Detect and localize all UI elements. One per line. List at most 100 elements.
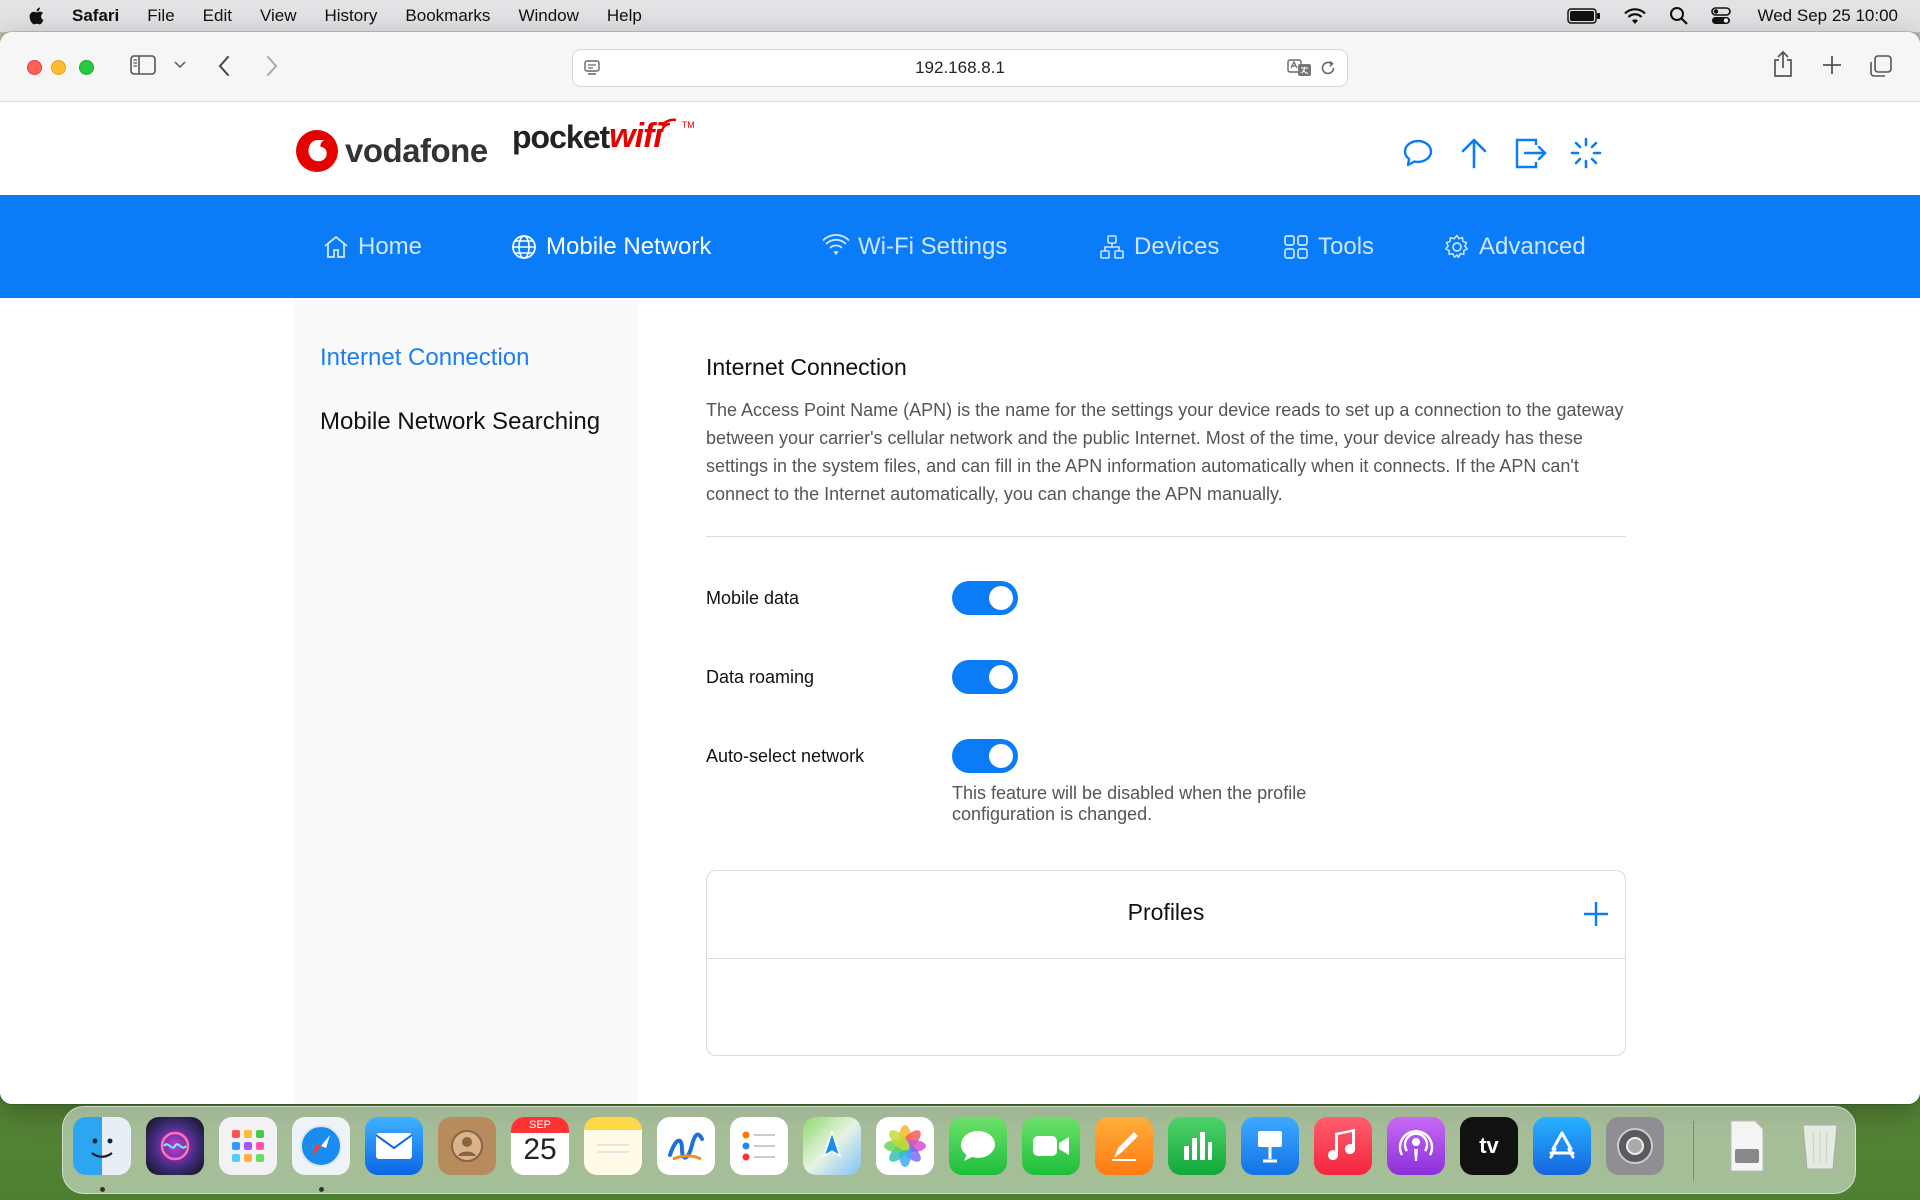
- nav-tools-label: Tools: [1318, 232, 1375, 260]
- nav-tools[interactable]: Tools: [1282, 195, 1374, 298]
- toggle-knob: [989, 586, 1013, 610]
- pocketwifi-signal-arcs-icon: [660, 118, 677, 133]
- spotlight-search-icon[interactable]: [1669, 6, 1689, 26]
- loading-spinner-icon: [1568, 135, 1604, 171]
- safari-window: 192.168.8.1 vodafone pocket wifi TM Home…: [0, 32, 1920, 1104]
- calendar-icon[interactable]: SEP 25: [511, 1117, 569, 1175]
- menu-bookmarks[interactable]: Bookmarks: [405, 6, 490, 26]
- maps-icon[interactable]: [803, 1117, 861, 1175]
- back-arrow-icon[interactable]: [216, 54, 232, 78]
- auto-select-note: This feature will be disabled when the p…: [952, 783, 1307, 824]
- auto-select-network-toggle[interactable]: [952, 739, 1018, 773]
- running-indicator: [319, 1187, 324, 1192]
- reminders-icon[interactable]: [730, 1117, 788, 1175]
- menu-app-name[interactable]: Safari: [72, 6, 119, 26]
- nav-wifi-settings[interactable]: Wi-Fi Settings: [822, 195, 1007, 298]
- translate-icon[interactable]: [1287, 59, 1313, 77]
- app-store-icon[interactable]: [1533, 1117, 1591, 1175]
- pages-icon[interactable]: [1095, 1117, 1153, 1175]
- calendar-day: 25: [523, 1133, 557, 1166]
- sidebar-toggle-icon[interactable]: [130, 54, 156, 76]
- siri-icon[interactable]: [146, 1117, 204, 1175]
- router-header: vodafone pocket wifi TM: [0, 103, 1920, 195]
- globe-icon: [512, 234, 536, 259]
- divider: [706, 536, 1626, 537]
- nav-home[interactable]: Home: [322, 195, 422, 298]
- site-settings-icon[interactable]: [583, 59, 601, 77]
- auto-select-network-label: Auto-select network: [706, 746, 865, 766]
- sidebar-item-internet-connection[interactable]: Internet Connection: [320, 344, 529, 372]
- dock: SEP 25 tv: [62, 1106, 1856, 1194]
- wifi-icon[interactable]: [1623, 7, 1647, 25]
- numbers-icon[interactable]: [1168, 1117, 1226, 1175]
- nav-mobile-network[interactable]: Mobile Network: [510, 195, 711, 298]
- menu-window[interactable]: Window: [518, 6, 578, 26]
- messages-icon[interactable]: [949, 1117, 1007, 1175]
- menu-history[interactable]: History: [325, 6, 378, 26]
- safari-icon[interactable]: [292, 1117, 350, 1175]
- music-icon[interactable]: [1314, 1117, 1372, 1175]
- keynote-icon[interactable]: [1241, 1117, 1299, 1175]
- nav-advanced[interactable]: Advanced: [1443, 195, 1586, 298]
- menu-bar-clock[interactable]: Wed Sep 25 10:00: [1757, 6, 1898, 26]
- freeform-icon[interactable]: [657, 1117, 715, 1175]
- finder-icon[interactable]: [73, 1117, 131, 1175]
- profiles-panel: Profiles: [706, 870, 1626, 1056]
- pocketwifi-logo[interactable]: pocket wifi TM: [512, 117, 695, 156]
- battery-icon[interactable]: [1567, 8, 1601, 24]
- share-icon[interactable]: [1772, 50, 1794, 78]
- add-profile-plus-icon[interactable]: [1581, 899, 1611, 929]
- new-tab-plus-icon[interactable]: [1821, 54, 1843, 76]
- nav-advanced-label: Advanced: [1479, 232, 1586, 260]
- wifi-icon: [822, 233, 850, 255]
- podcasts-icon[interactable]: [1387, 1117, 1445, 1175]
- wifi-wordmark: wifi: [609, 117, 663, 155]
- forward-arrow-icon[interactable]: [264, 54, 280, 78]
- menu-edit[interactable]: Edit: [203, 6, 232, 26]
- mobile-data-toggle[interactable]: [952, 581, 1018, 615]
- nav-devices[interactable]: Devices: [1098, 195, 1219, 298]
- apple-tv-label: tv: [1479, 1133, 1499, 1158]
- zoom-window-button[interactable]: [79, 60, 94, 75]
- url-text[interactable]: 192.168.8.1: [915, 58, 1005, 78]
- reload-icon[interactable]: [1319, 59, 1337, 77]
- facetime-icon[interactable]: [1022, 1117, 1080, 1175]
- logout-icon[interactable]: [1512, 135, 1548, 171]
- header-actions: [1400, 135, 1624, 171]
- minimize-window-button[interactable]: [51, 60, 66, 75]
- tab-overview-icon[interactable]: [1869, 54, 1893, 78]
- chevron-down-icon[interactable]: [174, 61, 186, 69]
- notes-icon[interactable]: [584, 1117, 642, 1175]
- messages-chat-icon[interactable]: [1400, 135, 1436, 171]
- photos-icon[interactable]: [876, 1117, 934, 1175]
- dock-separator: [1693, 1121, 1694, 1181]
- control-center-icon[interactable]: [1711, 6, 1732, 26]
- vodafone-speechmark-icon: [296, 130, 338, 172]
- menu-view[interactable]: View: [260, 6, 297, 26]
- apple-tv-icon[interactable]: tv: [1460, 1117, 1518, 1175]
- menu-file[interactable]: File: [147, 6, 174, 26]
- mail-icon[interactable]: [365, 1117, 423, 1175]
- vodafone-logo[interactable]: vodafone: [295, 129, 488, 173]
- devices-network-icon: [1100, 234, 1124, 259]
- running-indicator: [100, 1187, 105, 1192]
- apple-menu-icon[interactable]: [26, 5, 48, 27]
- trash-icon[interactable]: [1791, 1117, 1849, 1175]
- sidebar-item-mobile-network-searching[interactable]: Mobile Network Searching: [320, 408, 600, 436]
- close-window-button[interactable]: [27, 60, 42, 75]
- tools-grid-icon: [1284, 234, 1308, 259]
- update-upload-arrow-icon[interactable]: [1456, 135, 1492, 171]
- nav-wifi-settings-label: Wi-Fi Settings: [858, 232, 1008, 260]
- main-navigation: Home Mobile Network Wi-Fi Settings Devic…: [0, 195, 1920, 298]
- sidebar: Internet Connection Mobile Network Searc…: [294, 298, 639, 1104]
- downloads-folder-icon[interactable]: [1718, 1117, 1776, 1175]
- address-bar[interactable]: 192.168.8.1: [572, 49, 1348, 87]
- profiles-title: Profiles: [1127, 899, 1205, 925]
- menu-help[interactable]: Help: [607, 6, 642, 26]
- system-settings-icon[interactable]: [1606, 1117, 1664, 1175]
- launchpad-icon[interactable]: [219, 1117, 277, 1175]
- contacts-icon[interactable]: [438, 1117, 496, 1175]
- mobile-data-label: Mobile data: [706, 588, 800, 608]
- calendar-month: SEP: [511, 1117, 569, 1133]
- data-roaming-toggle[interactable]: [952, 660, 1018, 694]
